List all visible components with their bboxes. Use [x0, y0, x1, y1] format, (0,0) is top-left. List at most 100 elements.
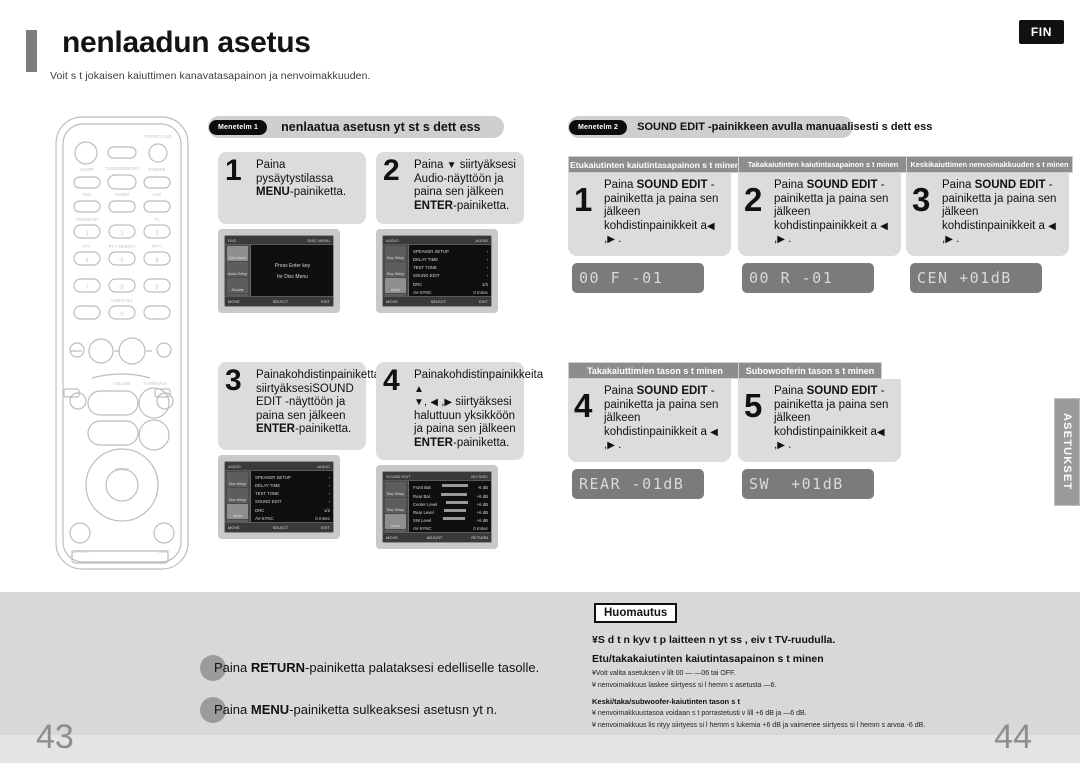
left-step-card-2: 2 Paina ▼ siirtyäksesi Audio-näyttöön ja…: [376, 152, 524, 313]
left-step-3-text: Painakohdistinpainiketta▼ siirtyäksesiSO…: [256, 369, 390, 437]
tv-menu-row-value: +6 dB: [476, 493, 488, 499]
tv-body: SPEAKER SETUP › DELAY TIME › TEST TONE › SO…: [251, 471, 333, 522]
tab-subwoofer-level[interactable]: Subowooferin tason s t minen: [738, 362, 882, 379]
tv-title-right: AUDIO: [317, 464, 330, 469]
down-arrow-icon: ▼: [446, 160, 457, 171]
right-step-card-1: 1 Paina SOUND EDIT -painiketta ja paina …: [568, 173, 731, 299]
lcd-display-rear-level: REAR -01dB: [572, 468, 704, 499]
note-bullet-3: ¥ nenvoimakkuustasoa voidaan s t porrast…: [592, 710, 807, 717]
tv-menu-row-value: +6 dB: [476, 518, 488, 523]
right-step-card-3: 3 Paina SOUND EDIT -painiketta ja paina …: [906, 173, 1069, 299]
left-step-4-caption: 4 Painakohdistinpainikkeita ▲ ▼, ◀ ,▶ si…: [376, 362, 543, 461]
tab-label: Etukaiutinten kaiutintasapainon s t mine…: [570, 159, 740, 170]
tv-screen-sound-edit: SOUND EDIT NO DISC Disc Setup Disc Setup…: [382, 471, 492, 544]
left-step-card-4: 4 Painakohdistinpainikkeita ▲ ▼, ◀ ,▶ si…: [376, 362, 543, 550]
note-bullet-1: ¥Voit valita asetuksen v lilt 00 — —06 t…: [592, 670, 736, 677]
note-heading-1: Etu/takakaiutinten kaiutintasapainon s t…: [592, 653, 824, 665]
svg-text:SOUND/SP: SOUND/SP: [76, 217, 98, 222]
tv-status-return: RETURN: [471, 535, 488, 541]
tv-menu-row: SW Level +6 dB: [413, 517, 488, 525]
svg-text:DVD: DVD: [83, 192, 92, 197]
lcd-display-center-level: CEN +01dB: [910, 262, 1042, 293]
tv-menu-row: DELAY TIME ›: [255, 482, 330, 490]
tv-menu-row-label: SOUND EDIT: [413, 273, 440, 279]
right-arrow-icon: ▶: [444, 397, 453, 409]
right-arrow-icon: ▶: [607, 440, 615, 452]
down-arrow-icon: ▼: [414, 397, 424, 409]
right-panel-method-tag: Menetelm 2: [569, 119, 628, 135]
section-tab-label: ASETUKSET: [1061, 413, 1073, 491]
tv-title-right: NO DISC: [471, 474, 488, 480]
left-step-2-number: 2: [383, 154, 400, 187]
tab-center-speaker-level[interactable]: Keskikaiuttimen nenvoimakkuuden s t mine…: [906, 156, 1073, 173]
tv-sidebar-item-2: Audio: [385, 514, 406, 530]
section-tab-asetukset[interactable]: ASETUKSET: [1054, 398, 1080, 506]
tv-title-left: AUDIO: [386, 238, 399, 243]
tv-sidebar-item-display: Display: [227, 278, 248, 293]
tv-sidebar-item-2: Audio: [385, 278, 406, 293]
tv-screen-audio-menu: AUDIO AUDIO Disc Setup Disc Setup Audio …: [382, 235, 492, 307]
tv-menu-row-value: ›: [486, 249, 488, 254]
right-step-3-caption: 3 Paina SOUND EDIT -painiketta ja paina …: [906, 173, 1069, 256]
tv-menu-row-label: SW Level: [413, 518, 432, 523]
tv-menu-row-label: Front Bal.: [413, 485, 432, 491]
left-arrow-icon: ◀: [710, 426, 718, 438]
tv-status-adjust: ADJUST: [426, 535, 443, 541]
left-step-1-number: 1: [225, 154, 242, 187]
right-step-3-display-wrap: CEN +01dB: [906, 262, 1069, 299]
left-panel-method-tag: Menetelm 1: [209, 119, 268, 135]
tv-sidebar-item-0: Disc Setup: [385, 246, 406, 261]
bottom-instruction-return-text: Paina RETURN-painiketta palataksesi edel…: [214, 660, 540, 675]
language-badge: FIN: [1018, 20, 1064, 44]
right-step-2-number: 2: [744, 181, 763, 218]
left-step-4-number: 4: [383, 364, 400, 397]
tv-status-exit: EXIT: [321, 299, 330, 304]
tab-rear-speaker-balance[interactable]: Takakaiutinten kaiutintasapainon s t min…: [738, 156, 908, 173]
note-heading-2: Keski/taka/subwoofer-kaiutinten tason s …: [592, 697, 740, 706]
remote-control-illustration: OPEN/CLOSE SLEEP TUNER/MEMORY DIMMER DVD…: [52, 113, 192, 573]
svg-text:RETURN: RETURN: [71, 549, 88, 554]
tv-sidebar-item-1: Disc Setup: [227, 488, 248, 503]
tv-menu-row-label: TEST TONE: [255, 491, 279, 497]
tab-label: Takakaiuttimien tason s t minen: [587, 365, 723, 376]
tv-menu-row-value: 1/2: [482, 281, 488, 287]
tv-menu-row: SOUND EDIT ›: [255, 498, 330, 506]
left-step-3-screenshot: AUDIO AUDIO Disc Setup Disc Setup Audio …: [218, 455, 340, 539]
right-arrow-icon: ▶: [777, 234, 785, 246]
svg-text:3: 3: [155, 231, 159, 237]
right-arrow-icon: ▶: [607, 234, 615, 246]
page-title: nenlaadun asetus: [62, 26, 311, 59]
tv-status-select: SELECT: [430, 299, 447, 304]
right-panel-section-title: SOUND EDIT -painikkeen avulla manuaalise…: [637, 121, 933, 133]
tv-menu-row: Rear Level +6 dB: [413, 508, 488, 517]
left-step-1-caption: 1 Paina pysäytystilassa MENU-painiketta.: [218, 152, 366, 224]
right-step-1-display-wrap: 00 F -01: [568, 262, 731, 299]
tv-sidebar-item-1: Disc Setup: [385, 262, 406, 277]
svg-text:TUNER/MEMORY: TUNER/MEMORY: [105, 166, 140, 171]
tv-status-move: MOVE: [386, 535, 398, 541]
tv-menu-row-value: ›: [486, 273, 488, 279]
tv-sidebar-item-disc-menu: Disc Menu: [227, 246, 248, 261]
tv-status-move: MOVE: [228, 525, 240, 530]
tv-menu-row-value: +6 dB: [476, 501, 488, 507]
tab-front-speaker-balance[interactable]: Etukaiutinten kaiutintasapainon s t mine…: [568, 156, 742, 173]
note-bullet-4: ¥ nenvoimakkuus lis ntyy siirtyess si l …: [592, 722, 926, 729]
svg-text:PTY SEARCH: PTY SEARCH: [109, 244, 136, 249]
tab-rear-speaker-level[interactable]: Takakaiuttimien tason s t minen: [568, 362, 742, 379]
tv-body: SPEAKER SETUP › DELAY TIME › TEST TONE › SO…: [409, 245, 491, 296]
right-arrow-icon: ▶: [777, 440, 785, 452]
right-step-4-caption: 4 Paina SOUND EDIT -painiketta ja paina …: [568, 379, 731, 462]
right-step-2-text: Paina SOUND EDIT -painiketta ja paina se…: [774, 179, 889, 246]
right-step-4-text: Paina SOUND EDIT -painiketta ja paina se…: [604, 385, 719, 452]
tv-screen-titlebar: DVD DISC MENU: [225, 236, 333, 245]
tv-status-select: SELECT: [272, 525, 289, 530]
tv-status-select: SELECT: [272, 299, 289, 304]
tv-sidebar-item-0: Disc Setup: [227, 472, 248, 487]
tv-menu-row: DRC 1/2: [255, 507, 330, 515]
tv-menu-row-label: Center Level: [413, 501, 438, 507]
tv-sidebar: Disc Setup Disc Setup Audio Setup: [225, 471, 251, 532]
tab-label: Keskikaiuttimen nenvoimakkuuden s t mine…: [910, 160, 1069, 169]
left-step-card-1: 1 Paina pysäytystilassa MENU-painiketta. D…: [218, 152, 366, 313]
tv-menu-row: Center Level +6 dB: [413, 500, 488, 509]
right-step-3-text: Paina SOUND EDIT -painiketta ja paina se…: [942, 179, 1057, 246]
